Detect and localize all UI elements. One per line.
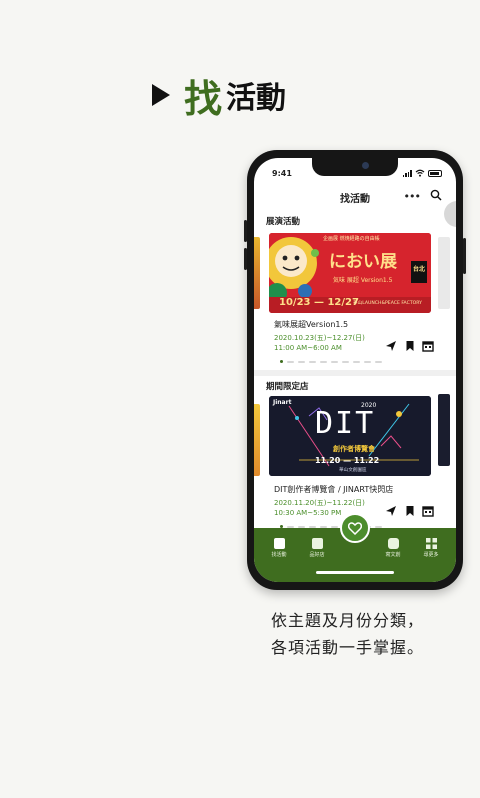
- favorites-fab[interactable]: [340, 513, 370, 543]
- phone-screen: 9:41 找活動 ••• 展演活動 企画展 燃焼経路の自由帳 におい展 台北 気…: [254, 158, 456, 582]
- prev-card-peek[interactable]: [254, 237, 260, 309]
- carousel-dots[interactable]: [280, 360, 382, 363]
- calendar-add-icon[interactable]: [422, 340, 434, 352]
- event-date: 2020.10.23(五)~12.27(日): [274, 334, 365, 342]
- share-icon[interactable]: [385, 505, 397, 517]
- battery-icon: [428, 169, 442, 177]
- tab-find-events[interactable]: 找活動: [264, 538, 294, 558]
- caption: 依主題及月份分類， 各項活動一手掌握。: [271, 607, 424, 661]
- section-divider: [254, 370, 456, 376]
- next-card-peek[interactable]: [438, 394, 450, 466]
- event-poster[interactable]: Jinart 2020 DIT 創作者博覽會 11.20 — 11.22 華山文…: [269, 396, 431, 476]
- calendar-icon: [273, 538, 285, 549]
- poster-dates: 10/23 — 12/27: [279, 297, 359, 308]
- section-title: 期間限定店: [266, 382, 309, 392]
- poster-venue: 華山LAUNCH&PEACE FACTORY: [353, 301, 422, 306]
- chat-icon: [387, 538, 399, 549]
- poster-brand: Jinart: [273, 399, 292, 406]
- tab-label: 尋更多: [423, 552, 439, 558]
- poster-subtitle: 創作者博覽會: [333, 445, 375, 453]
- event-time: 10:30 AM~5:30 PM: [274, 509, 342, 517]
- tab-label: 品好店: [309, 552, 325, 558]
- heart-icon: [348, 521, 362, 535]
- shop-icon: [311, 538, 323, 549]
- status-icons: [402, 169, 442, 177]
- more-icon[interactable]: •••: [404, 190, 421, 203]
- status-time: 9:41: [272, 169, 292, 178]
- play-triangle-icon: [152, 84, 170, 106]
- headline: 找 活動: [152, 70, 287, 121]
- notch: [312, 158, 398, 176]
- event-title[interactable]: DIT創作者博覽會 / JINART快閃店: [274, 484, 393, 495]
- section-title: 展演活動: [266, 217, 301, 227]
- poster-venue: 華山文創園區: [339, 468, 367, 473]
- phone-mockup: 9:41 找活動 ••• 展演活動 企画展 燃焼経路の自由帳 におい展 台北 気…: [244, 150, 466, 590]
- poster-subtitle: 気味 展超 Version1.5: [333, 277, 393, 284]
- volume-up-button: [244, 220, 247, 242]
- bookmark-icon[interactable]: [404, 340, 416, 352]
- event-time: 11:00 AM~6:00 AM: [274, 344, 342, 352]
- event-poster[interactable]: 企画展 燃焼経路の自由帳 におい展 台北 気味 展超 Version1.5 10…: [269, 233, 431, 313]
- poster-badge: 台北: [413, 266, 426, 273]
- power-button: [463, 238, 466, 274]
- nav-title: 找活動: [340, 194, 370, 205]
- event-title[interactable]: 氣味展超Version1.5: [274, 319, 348, 330]
- poster-title: DIT: [315, 406, 376, 441]
- headline-rest: 活動: [226, 81, 287, 116]
- camera-icon: [362, 162, 369, 169]
- tab-good-shops[interactable]: 品好店: [302, 538, 332, 558]
- calendar-add-icon[interactable]: [422, 505, 434, 517]
- poster-dates: 11.20 — 11.22: [315, 456, 380, 465]
- tab-label: 找活動: [271, 552, 287, 558]
- headline-accent: 找: [184, 76, 223, 121]
- signal-icon: [402, 169, 412, 177]
- tab-label: 寫文創: [385, 552, 401, 558]
- prev-card-peek[interactable]: [254, 404, 260, 476]
- caption-line-2: 各項活動一手掌握。: [271, 638, 425, 657]
- poster-title: におい展: [329, 252, 397, 272]
- share-icon[interactable]: [385, 340, 397, 352]
- nav-bar: 找活動 •••: [254, 186, 456, 208]
- volume-down-button: [244, 248, 247, 270]
- poster-caption: 企画展 燃焼経路の自由帳: [323, 236, 380, 242]
- home-indicator: [316, 571, 394, 574]
- tab-write-culture[interactable]: 寫文創: [378, 538, 408, 558]
- tab-more[interactable]: 尋更多: [416, 538, 446, 558]
- search-icon[interactable]: [430, 189, 442, 201]
- caption-line-1: 依主題及月份分類，: [271, 611, 425, 630]
- wifi-icon: [415, 169, 425, 177]
- next-card-peek[interactable]: [438, 237, 450, 309]
- grid-icon: [425, 538, 437, 549]
- bookmark-icon[interactable]: [404, 505, 416, 517]
- event-date: 2020.11.20(五)~11.22(日): [274, 499, 365, 507]
